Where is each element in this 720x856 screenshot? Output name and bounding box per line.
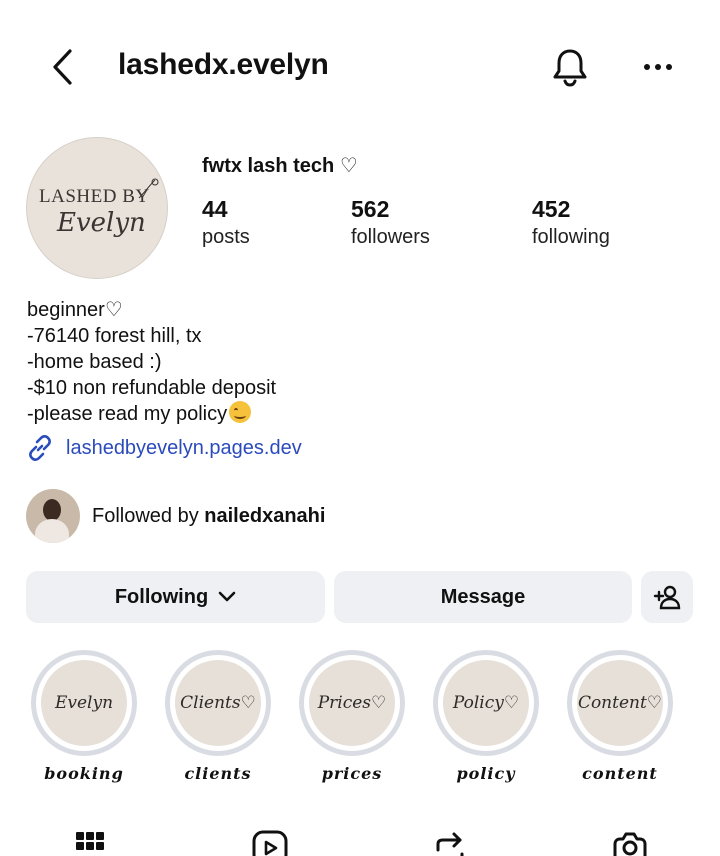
highlight-ring: Content♡ (567, 650, 673, 756)
highlight-label: clients (184, 764, 252, 783)
story-highlights: Evelyn booking Clients♡ clients Prices♡ … (0, 650, 720, 790)
tab-reposts[interactable] (430, 830, 470, 856)
tab-reels[interactable] (250, 830, 290, 856)
follower-avatar[interactable] (26, 489, 80, 543)
stat-following-count: 452 (532, 196, 571, 222)
profile-tabs (0, 822, 720, 856)
highlight-prices[interactable]: Prices♡ prices (299, 650, 405, 783)
highlight-cover: Clients♡ (175, 660, 261, 746)
message-button[interactable]: Message (334, 571, 632, 623)
reels-icon (252, 830, 288, 856)
bio-line: -76140 forest hill, tx (27, 325, 202, 347)
highlight-label: prices (321, 764, 383, 783)
highlight-ring: Clients♡ (165, 650, 271, 756)
tab-tagged[interactable] (610, 830, 650, 856)
highlight-cover: Evelyn (41, 660, 127, 746)
more-options-button[interactable] (636, 50, 680, 84)
highlight-content[interactable]: Content♡ content (567, 650, 673, 783)
bio-line: -home based :) (27, 351, 162, 373)
highlight-cover: Prices♡ (309, 660, 395, 746)
bio-line: beginner♡ (27, 299, 123, 321)
stat-followers-count: 562 (351, 196, 390, 222)
followed-by-prefix: Followed by (92, 504, 205, 527)
profile-link-text[interactable]: lashedbyevelyn.pages.dev (66, 437, 302, 460)
highlight-label: booking (44, 764, 124, 783)
avatar-logo-text: LASHED BY (39, 186, 150, 207)
profile-link[interactable]: lashedbyevelyn.pages.dev (26, 434, 302, 462)
stat-following-label: following (532, 226, 610, 248)
bio-line: -$10 non refundable deposit (27, 377, 277, 399)
highlight-policy[interactable]: Policy♡ policy (433, 650, 539, 783)
stat-followers[interactable]: 562 followers (351, 196, 430, 249)
page-title: lashedx.evelyn (118, 48, 329, 81)
followed-by-row[interactable]: Followed by nailedxanahi (26, 489, 325, 543)
back-button[interactable] (44, 46, 80, 88)
highlight-clients[interactable]: Clients♡ clients (165, 650, 271, 783)
more-horizontal-icon (644, 64, 672, 70)
chevron-down-icon (218, 591, 236, 602)
highlight-ring: Policy♡ (433, 650, 539, 756)
followed-by-text: Followed by nailedxanahi (92, 505, 325, 528)
stat-posts-count: 44 (202, 196, 228, 222)
stat-posts-label: posts (202, 226, 250, 248)
message-button-label: Message (440, 585, 526, 608)
highlight-cover: Policy♡ (443, 660, 529, 746)
profile-avatar[interactable]: LASHED BY Evelyn (26, 137, 168, 279)
bio-line-policy: -please read my policy (27, 401, 276, 427)
following-button[interactable]: Following (26, 571, 325, 623)
notifications-button[interactable] (548, 44, 592, 90)
stat-posts[interactable]: 44 posts (202, 196, 250, 249)
bio-line: -please read my policy (27, 403, 228, 425)
link-icon (29, 435, 51, 461)
display-name: fwtx lash tech ♡ (202, 155, 358, 177)
smiling-face-emoji-icon (229, 401, 252, 423)
stat-followers-label: followers (351, 226, 430, 248)
grid-icon (76, 832, 104, 850)
highlight-ring: Prices♡ (299, 650, 405, 756)
bell-icon (553, 49, 587, 87)
flower-icon (138, 178, 159, 199)
add-user-icon (653, 585, 681, 610)
highlight-label: policy (456, 764, 516, 783)
highlight-cover: Content♡ (577, 660, 663, 746)
chevron-left-icon (53, 49, 72, 85)
highlight-label: content (582, 764, 658, 783)
followed-by-username[interactable]: nailedxanahi (204, 505, 325, 527)
camera-icon (613, 832, 647, 856)
add-user-button[interactable] (641, 571, 693, 623)
highlight-ring: Evelyn (31, 650, 137, 756)
bio: beginner♡ -76140 forest hill, tx -home b… (27, 297, 276, 427)
stat-following[interactable]: 452 following (532, 196, 610, 249)
reposts-icon (436, 832, 464, 856)
avatar-logo-script: Evelyn (57, 208, 146, 238)
top-bar: lashedx.evelyn (0, 30, 720, 102)
tab-grid[interactable] (70, 830, 110, 856)
highlight-booking[interactable]: Evelyn booking (31, 650, 137, 783)
following-button-label: Following (114, 585, 209, 608)
